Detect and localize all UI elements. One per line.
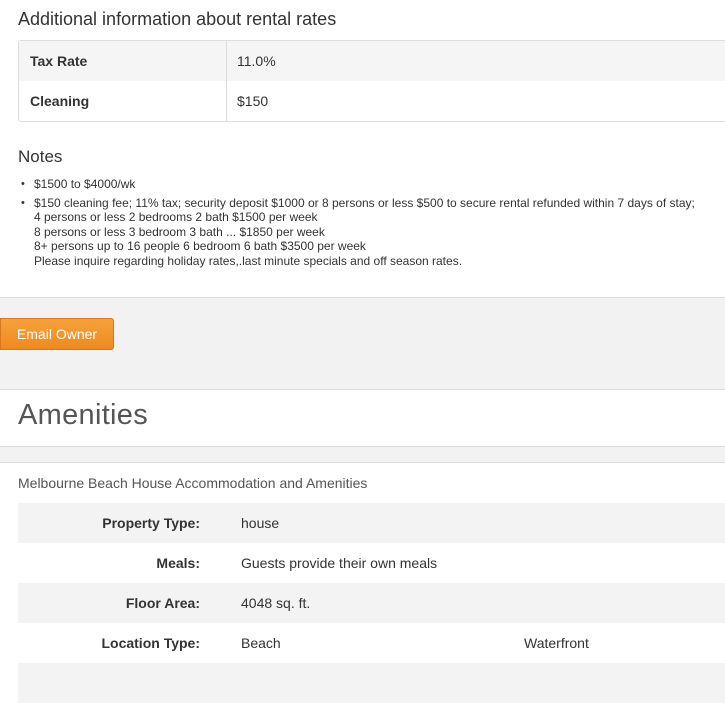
- note-line: 4 persons or less 2 bedrooms 2 bath $150…: [34, 210, 318, 224]
- amenity-label: Floor Area:: [125, 595, 200, 611]
- note-line: $1500 to $4000/wk: [34, 177, 136, 191]
- amenities-title: Amenities: [18, 399, 149, 431]
- email-owner-button[interactable]: Email Owner: [0, 318, 114, 350]
- table-row: Location Type: Beach Waterfront: [18, 623, 725, 663]
- rates-label: Cleaning: [19, 81, 227, 121]
- note-line: 8+ persons up to 16 people 6 bedroom 6 b…: [34, 239, 366, 253]
- amenity-label: Property Type:: [102, 515, 200, 531]
- amenity-label: Location Type:: [101, 635, 200, 651]
- amenities-subtitle: Melbourne Beach House Accommodation and …: [18, 475, 368, 491]
- note-item: $1500 to $4000/wk: [20, 177, 725, 192]
- rates-table: Tax Rate 11.0% Cleaning $150: [18, 40, 725, 122]
- table-row: Meals: Guests provide their own meals: [18, 543, 725, 583]
- note-line: Please inquire regarding holiday rates,.…: [34, 253, 463, 268]
- section-title: Additional information about rental rate…: [18, 9, 337, 29]
- rates-label: Tax Rate: [19, 41, 227, 81]
- amenity-value: Beach: [241, 635, 281, 651]
- notes-title: Notes: [18, 147, 63, 166]
- rates-row: Cleaning $150: [19, 81, 725, 121]
- rates-value: 11.0%: [237, 53, 276, 69]
- notes-list: $1500 to $4000/wk $150 cleaning fee; 11%…: [20, 177, 725, 272]
- amenity-value: house: [241, 515, 280, 531]
- rates-row: Tax Rate 11.0%: [19, 41, 725, 81]
- table-row: [18, 663, 725, 703]
- rates-value: $150: [237, 93, 269, 109]
- section-divider: [0, 447, 725, 463]
- amenities-table: Property Type: house Meals: Guests provi…: [18, 503, 725, 703]
- note-line: 8 persons or less 3 bedroom 3 bath ... $…: [34, 224, 325, 239]
- amenity-value: 4048 sq. ft.: [241, 595, 311, 611]
- note-line: $150 cleaning fee; 11% tax; security dep…: [34, 195, 695, 210]
- amenity-value-2: Waterfront: [524, 635, 589, 651]
- amenity-label: Meals:: [156, 555, 200, 571]
- note-item: $150 cleaning fee; 11% tax; security dep…: [20, 196, 725, 269]
- table-row: Floor Area: 4048 sq. ft.: [18, 583, 725, 623]
- table-row: Property Type: house: [18, 503, 725, 543]
- amenity-value: Guests provide their own meals: [241, 555, 438, 571]
- amenities-header: Amenities: [0, 390, 725, 447]
